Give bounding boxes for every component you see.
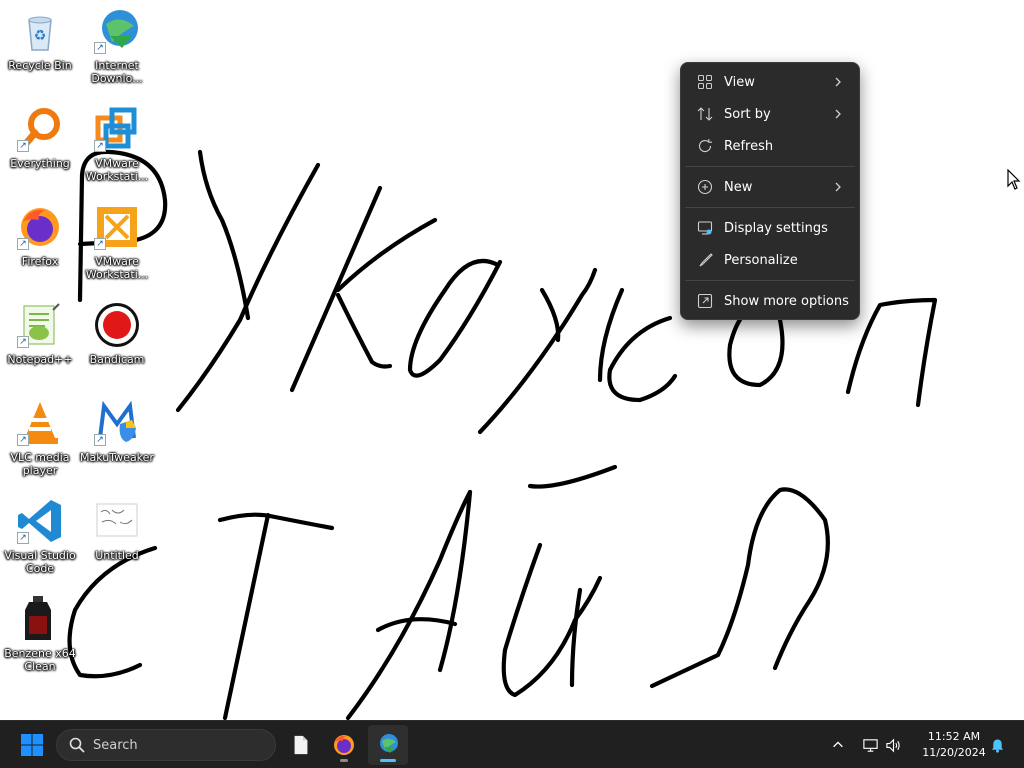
bandicam-icon	[92, 300, 142, 350]
menu-item-label: Personalize	[724, 252, 798, 268]
desktop-icon-label: MakuTweaker	[80, 451, 154, 464]
everything-search-icon: ↗	[15, 104, 65, 154]
firefox-icon: ↗	[15, 202, 65, 252]
view-grid-icon	[697, 74, 713, 90]
menu-item-label: Display settings	[724, 220, 828, 236]
desktop[interactable]: ♻ Recycle Bin ↗ Internet Downlo... ↗ Eve…	[0, 0, 1024, 720]
menu-item-sort-by[interactable]: Sort by	[685, 98, 855, 130]
windows-start-icon	[21, 734, 43, 756]
desktop-icon-everything[interactable]: ↗ Everything	[0, 104, 80, 198]
clock-date: 11/20/2024	[922, 746, 986, 759]
active-indicator	[380, 759, 396, 762]
desktop-icon-vscode[interactable]: ↗ Visual Studio Code	[0, 496, 80, 590]
chevron-right-icon	[835, 182, 841, 192]
menu-item-label: Refresh	[724, 138, 774, 154]
taskbar-search-box[interactable]: Search	[56, 729, 276, 761]
desktop-context-menu: View Sort by Refresh New Display setting…	[680, 62, 860, 320]
menu-separator	[685, 166, 855, 167]
desktop-icon-bandicam[interactable]: Bandicam	[77, 300, 157, 394]
chevron-up-icon	[833, 741, 843, 748]
tray-volume-button[interactable]	[883, 735, 903, 755]
desktop-icon-recycle-bin[interactable]: ♻ Recycle Bin	[0, 6, 80, 100]
menu-item-label: Show more options	[724, 293, 849, 309]
menu-item-label: View	[724, 74, 755, 90]
vmware-player-icon: ↗	[92, 202, 142, 252]
desktop-icon-internet-download-manager[interactable]: ↗ Internet Downlo...	[77, 6, 157, 100]
firefox-icon	[334, 735, 354, 755]
vscode-icon: ↗	[15, 496, 65, 546]
show-more-options-icon	[697, 293, 713, 309]
desktop-icon-vlc[interactable]: ↗ VLC media player	[0, 398, 80, 492]
menu-item-display-settings[interactable]: Display settings	[685, 212, 855, 244]
notepad-plus-plus-icon: ↗	[15, 300, 65, 350]
vlc-icon: ↗	[15, 398, 65, 448]
desktop-icon-label: VMware Workstati...	[85, 255, 149, 281]
desktop-icon-notepad-plus-plus[interactable]: ↗ Notepad++	[0, 300, 80, 394]
desktop-icon-label: VLC media player	[10, 451, 70, 477]
desktop-icon-label: Bandicam	[89, 353, 145, 366]
desktop-icon-label: Notepad++	[7, 353, 73, 366]
menu-item-personalize[interactable]: Personalize	[685, 244, 855, 276]
chevron-right-icon	[835, 77, 841, 87]
chevron-right-icon	[835, 109, 841, 119]
desktop-icon-label: Visual Studio Code	[4, 549, 76, 575]
taskbar-firefox[interactable]	[324, 725, 364, 765]
desktop-icon-label: VMware Workstati...	[85, 157, 149, 183]
internet-download-manager-icon	[380, 734, 398, 753]
menu-item-label: Sort by	[724, 106, 771, 122]
desktop-icon-untitled[interactable]: Untitled	[77, 496, 157, 590]
notification-center-button[interactable]	[987, 735, 1007, 755]
search-placeholder: Search	[93, 737, 138, 753]
desktop-icon-label: Internet Downlo...	[91, 59, 143, 85]
taskbar-internet-download-manager[interactable]	[368, 725, 408, 765]
makutweaker-icon: ↗	[92, 398, 142, 448]
recycle-bin-icon: ♻	[15, 6, 65, 56]
volume-icon	[885, 737, 900, 753]
desktop-icon-benzene[interactable]: Benzene x64 Clean	[0, 594, 80, 688]
taskbar-file-explorer[interactable]	[281, 725, 321, 765]
desktop-icon-label: Benzene x64 Clean	[4, 647, 76, 673]
desktop-icon-makutweaker[interactable]: ↗ MakuTweaker	[77, 398, 157, 492]
menu-item-new[interactable]: New	[685, 171, 855, 203]
menu-item-view[interactable]: View	[685, 66, 855, 98]
svg-text:♻: ♻	[34, 28, 47, 44]
new-plus-icon	[697, 179, 713, 195]
tray-overflow-button[interactable]	[828, 735, 848, 755]
menu-separator	[685, 207, 855, 208]
menu-item-label: New	[724, 179, 753, 195]
menu-item-show-more-options[interactable]: Show more options	[685, 285, 855, 317]
desktop-icon-label: Firefox	[21, 255, 59, 268]
menu-item-refresh[interactable]: Refresh	[685, 130, 855, 162]
menu-separator	[685, 280, 855, 281]
internet-download-manager-icon: ↗	[92, 6, 142, 56]
untitled-image-icon	[92, 496, 142, 546]
vmware-workstation-icon: ↗	[92, 104, 142, 154]
sort-icon	[697, 106, 713, 122]
search-icon	[69, 737, 85, 753]
desktop-icon-label: Untitled	[95, 549, 139, 562]
desktop-icon-label: Recycle Bin	[8, 59, 72, 72]
network-icon	[862, 738, 878, 752]
start-button[interactable]	[12, 725, 52, 765]
benzene-icon	[15, 594, 65, 644]
file-explorer-icon	[294, 735, 308, 755]
desktop-icon-vmware-workstation-2[interactable]: ↗ VMware Workstati...	[77, 202, 157, 296]
mouse-pointer-icon	[1007, 169, 1021, 190]
clock-time: 11:52 AM	[927, 730, 981, 743]
tray-network-button[interactable]	[860, 735, 880, 755]
desktop-icon-firefox[interactable]: ↗ Firefox	[0, 202, 80, 296]
notification-bell-icon	[991, 738, 1003, 753]
desktop-icon-label: Everything	[10, 157, 70, 170]
desktop-icon-vmware-workstation[interactable]: ↗ VMware Workstati...	[77, 104, 157, 198]
taskbar: Search 11:52 AM 11/20/2024	[0, 720, 1024, 768]
refresh-icon	[697, 138, 713, 154]
display-settings-icon	[697, 220, 713, 236]
taskbar-clock[interactable]: 11:52 AM 11/20/2024	[912, 729, 996, 761]
running-indicator	[340, 759, 348, 762]
personalize-brush-icon	[697, 252, 713, 268]
